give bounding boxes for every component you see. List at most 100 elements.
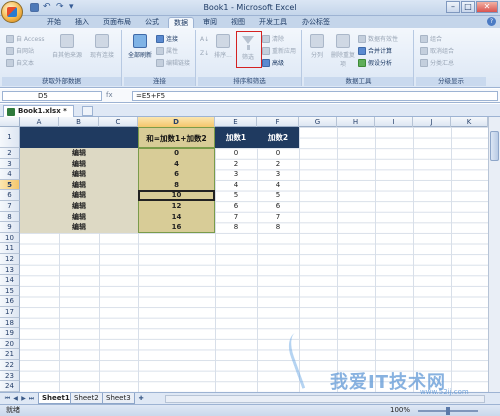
row-header[interactable]: 24 (0, 381, 20, 392)
addend1-cell[interactable]: 7 (215, 212, 257, 223)
column-header[interactable]: G (299, 117, 337, 127)
label-cell[interactable]: 编辑 (59, 212, 99, 223)
sum-cell[interactable]: 0 (138, 148, 215, 159)
data-validation-button[interactable]: 数据有效性 (358, 34, 398, 43)
addend1-cell[interactable]: 8 (215, 222, 257, 233)
column-header[interactable]: H (337, 117, 375, 127)
row-header[interactable]: 2 (0, 148, 20, 159)
sheet-tab-sheet2[interactable]: Sheet2 (70, 393, 103, 404)
prev-sheet-icon[interactable]: ◀ (12, 395, 19, 403)
tab-review[interactable]: 审阅 (198, 17, 222, 28)
sum-cell[interactable]: 12 (138, 201, 215, 212)
addend1-cell[interactable]: 2 (215, 159, 257, 170)
row-header[interactable]: 5 (0, 179, 20, 191)
subtotal-button[interactable]: 分类汇总 (420, 58, 454, 67)
maximize-button[interactable]: □ (461, 1, 475, 13)
scroll-thumb[interactable] (490, 131, 499, 161)
label-cell[interactable]: 编辑 (59, 180, 99, 191)
from-web-button[interactable]: 自网站 (6, 46, 34, 55)
what-if-button[interactable]: 假设分析 (358, 58, 392, 67)
addend2-cell[interactable]: 7 (257, 212, 299, 223)
addend2-cell[interactable]: 5 (257, 190, 299, 201)
addend2-cell[interactable]: 2 (257, 159, 299, 170)
zoom-slider-knob[interactable] (446, 407, 450, 415)
tab-insert[interactable]: 插入 (70, 17, 94, 28)
remove-duplicates-button[interactable]: 删除重复项 (330, 34, 356, 68)
addend1-cell[interactable]: 6 (215, 201, 257, 212)
row-header[interactable]: 23 (0, 370, 20, 382)
row-header[interactable]: 16 (0, 296, 20, 307)
connections-button[interactable]: 连接 (156, 34, 178, 43)
sheet-tab-sheet3[interactable]: Sheet3 (102, 393, 135, 404)
column-header[interactable]: I (375, 117, 413, 127)
clear-filter-button[interactable]: 清除 (262, 34, 284, 43)
row-header[interactable]: 20 (0, 338, 20, 350)
fx-icon[interactable]: fx (106, 91, 113, 99)
consolidate-button[interactable]: 合并计算 (358, 46, 392, 55)
sum-cell[interactable]: 8 (138, 180, 215, 191)
column-header[interactable]: J (413, 117, 451, 127)
column-header[interactable]: C (99, 117, 138, 127)
properties-button[interactable]: 属性 (156, 46, 178, 55)
existing-connections-button[interactable]: 现有连接 (86, 34, 118, 59)
minimize-button[interactable]: – (446, 1, 460, 13)
header-addend2-cell[interactable]: 加数2 (257, 127, 299, 148)
addend1-cell[interactable]: 4 (215, 180, 257, 191)
header-addend1-cell[interactable]: 加数1 (215, 127, 257, 148)
label-cell[interactable]: 编辑 (59, 222, 99, 233)
addend1-cell[interactable]: 3 (215, 169, 257, 180)
header-sum-cell[interactable]: 和=加数1+加数2 (138, 127, 215, 148)
sum-cell[interactable]: 6 (138, 169, 215, 180)
row-header[interactable]: 15 (0, 285, 20, 297)
column-header[interactable]: B (59, 117, 99, 127)
row-header[interactable]: 3 (0, 158, 20, 170)
row-header[interactable]: 8 (0, 211, 20, 223)
addend2-cell[interactable]: 0 (257, 148, 299, 159)
sum-cell[interactable]: 16 (138, 222, 215, 233)
last-sheet-icon[interactable]: ⏭ (28, 395, 35, 403)
row-header[interactable]: 17 (0, 307, 20, 318)
next-sheet-icon[interactable]: ▶ (20, 395, 27, 403)
addend2-cell[interactable]: 3 (257, 169, 299, 180)
label-cell[interactable]: 编辑 (59, 159, 99, 170)
label-cell[interactable]: 编辑 (59, 169, 99, 180)
column-header[interactable]: A (20, 117, 59, 127)
row-header[interactable]: 19 (0, 328, 20, 339)
edit-links-button[interactable]: 编辑链接 (156, 58, 190, 67)
column-header[interactable]: K (451, 117, 488, 127)
tab-formulas[interactable]: 公式 (140, 17, 164, 28)
reapply-button[interactable]: 重新应用 (262, 46, 296, 55)
sort-az-icon[interactable]: A↓ (200, 36, 209, 43)
refresh-all-button[interactable]: 全部刷新 (126, 34, 154, 59)
new-workbook-button[interactable] (82, 106, 93, 116)
row-header[interactable]: 12 (0, 254, 20, 265)
close-button[interactable]: ✕ (476, 1, 498, 13)
from-access-button[interactable]: 自 Access (6, 34, 44, 43)
tab-data[interactable]: 数据 (168, 17, 194, 28)
row-header[interactable]: 21 (0, 349, 20, 360)
addend1-cell[interactable]: 5 (215, 190, 257, 201)
label-cell[interactable]: 编辑 (59, 190, 99, 201)
addend2-cell[interactable]: 6 (257, 201, 299, 212)
row-header[interactable]: 11 (0, 243, 20, 254)
group-button[interactable]: 组合 (420, 34, 442, 43)
ungroup-button[interactable]: 取消组合 (420, 46, 454, 55)
horizontal-scrollbar[interactable] (165, 395, 485, 403)
column-header[interactable]: D (138, 117, 215, 127)
other-sources-button[interactable]: 自其他来源 (50, 34, 84, 59)
row-header[interactable]: 18 (0, 317, 20, 329)
first-sheet-icon[interactable]: ⏮ (4, 395, 11, 403)
column-header[interactable]: E (215, 117, 257, 127)
row-header[interactable]: 22 (0, 360, 20, 371)
from-text-button[interactable]: 自文本 (6, 58, 34, 67)
row-header[interactable]: 6 (0, 190, 20, 201)
sort-button[interactable]: 排序... (212, 34, 234, 59)
vertical-scrollbar[interactable] (488, 117, 500, 392)
tab-view[interactable]: 视图 (226, 17, 250, 28)
help-icon[interactable]: ? (487, 17, 496, 26)
sum-cell[interactable]: 14 (138, 212, 215, 223)
addend1-cell[interactable]: 0 (215, 148, 257, 159)
select-all-corner[interactable] (0, 117, 20, 127)
sum-cell[interactable]: 4 (138, 159, 215, 170)
tab-home[interactable]: 开始 (42, 17, 66, 28)
